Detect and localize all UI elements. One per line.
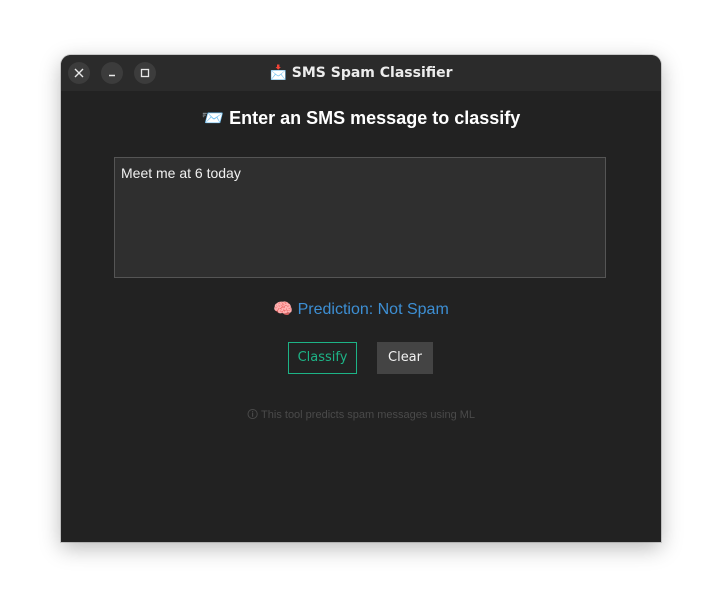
- info-footer-note: 🛈 This tool predicts spam messages using…: [246, 409, 476, 421]
- page-heading: 📨 Enter an SMS message to classify: [201, 108, 521, 128]
- classify-button[interactable]: Classify: [288, 342, 357, 374]
- prediction-result: 🧠 Prediction: Not Spam: [273, 301, 449, 318]
- window-title: 📩 SMS Spam Classifier: [269, 65, 453, 81]
- title-bar[interactable]: 📩 SMS Spam Classifier: [61, 55, 661, 91]
- sms-message-input[interactable]: [114, 157, 606, 278]
- clear-button[interactable]: Clear: [377, 342, 433, 374]
- app-window: 📩 SMS Spam Classifier 📨 Enter an SMS mes…: [61, 55, 661, 542]
- main-content: 📨 Enter an SMS message to classify 🧠 Pre…: [61, 91, 661, 542]
